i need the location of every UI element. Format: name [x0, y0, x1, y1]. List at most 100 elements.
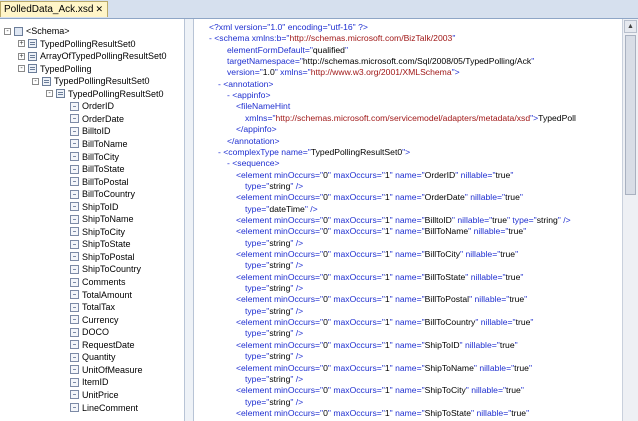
- xml-token: ": [526, 407, 530, 418]
- close-icon[interactable]: ✕: [95, 4, 103, 15]
- tree-node-label: BillToName: [82, 138, 128, 149]
- tree-node-label: Comments: [82, 277, 126, 287]
- xml-token: ": [344, 44, 348, 55]
- field-icon: [70, 177, 79, 187]
- tree-node[interactable]: - TypedPollingResultSet0: [46, 88, 164, 100]
- xml-token: true: [499, 339, 515, 350]
- xml-token: " name=": [389, 226, 425, 237]
- record-icon: [42, 76, 51, 86]
- collapse-icon[interactable]: -: [18, 65, 25, 73]
- xml-token: http://www.w3.org/2001/XMLSchema: [310, 67, 452, 78]
- tree-node[interactable]: OrderDate: [60, 113, 124, 125]
- tree-node[interactable]: ShipToName: [60, 213, 134, 225]
- tree-node[interactable]: + ArrayOfTypedPollingResultSet0: [18, 50, 167, 62]
- xml-token: " nillable=": [468, 226, 509, 237]
- vertical-scrollbar[interactable]: ▲: [622, 19, 638, 421]
- xml-token: type=": [245, 237, 270, 248]
- xml-token: ShipToCity: [424, 385, 466, 396]
- xml-token: " nillable=": [465, 385, 507, 396]
- tree-node[interactable]: RequestDate: [60, 339, 135, 351]
- schema-tree[interactable]: - <Schema> + TypedPollingResultSet0 + ArrayOf…: [0, 19, 184, 421]
- field-icon: [70, 403, 79, 412]
- tree-node[interactable]: UnitPrice: [60, 389, 119, 401]
- field-icon: [70, 290, 79, 300]
- tree-node[interactable]: TotalTax: [60, 301, 115, 313]
- scrollbar-thumb[interactable]: [625, 35, 636, 195]
- tree-node[interactable]: ShipToID: [60, 201, 119, 213]
- xml-line: <element minOccurs="0" maxOccurs="1" nam…: [236, 363, 532, 374]
- expand-icon[interactable]: +: [18, 52, 25, 60]
- tab-polleddata-ack[interactable]: PolledData_Ack.xsd ✕: [0, 1, 108, 17]
- tree-node[interactable]: ItemID: [60, 376, 109, 388]
- tree-node[interactable]: BillToState: [60, 163, 125, 175]
- tree-node[interactable]: UnitOfMeasure: [60, 364, 143, 376]
- tree-node[interactable]: ShipToCountry: [60, 263, 141, 275]
- tree-node-label: RequestDate: [82, 339, 135, 350]
- xml-view[interactable]: <?xml version="1.0" encoding="utf-16" ?>…: [195, 19, 622, 421]
- xml-token: " name=": [389, 271, 425, 282]
- tree-node[interactable]: ShipToState: [60, 238, 131, 250]
- tree-node[interactable]: TotalAmount: [60, 289, 132, 301]
- tree-node[interactable]: Quantity: [60, 351, 116, 363]
- xml-line: type="dateTime" />: [245, 204, 318, 215]
- xml-token: " maxOccurs=": [327, 249, 385, 259]
- xml-line: type="string" />: [245, 181, 303, 192]
- xml-token: - <appinfo>: [227, 90, 271, 101]
- xml-token: string: [269, 328, 291, 339]
- tree-node[interactable]: BillToPostal: [60, 176, 129, 188]
- xml-token: type=": [245, 396, 270, 407]
- xml-token: - <complexType name=": [218, 146, 311, 157]
- tree-node[interactable]: Currency: [60, 314, 119, 326]
- xml-token: " maxOccurs=": [327, 271, 385, 282]
- tree-node[interactable]: BillToCountry: [60, 188, 135, 200]
- tree-node[interactable]: Comments: [60, 276, 126, 288]
- tree-node[interactable]: BilltoID: [60, 125, 111, 137]
- tree-node[interactable]: DOCO: [60, 326, 109, 338]
- xml-line: <fileNameHint: [236, 101, 290, 112]
- collapse-icon[interactable]: -: [32, 77, 39, 85]
- tree-node[interactable]: ShipToCity: [60, 226, 125, 238]
- xml-token: true: [495, 169, 511, 180]
- tree-node-label: BillToState: [82, 164, 125, 175]
- tree-node[interactable]: BillToName: [60, 138, 128, 150]
- tree-node[interactable]: LineComment: [60, 402, 138, 414]
- tree-node[interactable]: ShipToPostal: [60, 251, 135, 263]
- xml-token: true: [514, 362, 529, 373]
- tree-node[interactable]: OrderID: [60, 100, 114, 112]
- xml-token: true: [506, 385, 521, 396]
- xml-token: <element minOccurs=": [236, 226, 324, 237]
- tree-node[interactable]: BillToCity: [60, 151, 119, 163]
- xml-token: BilltoID: [424, 214, 452, 225]
- expand-icon[interactable]: +: [18, 40, 25, 48]
- tree-node-label: OrderID: [82, 101, 115, 112]
- collapse-icon[interactable]: -: [4, 27, 11, 35]
- up-arrow-icon[interactable]: ▲: [624, 20, 637, 33]
- field-icon: [70, 252, 79, 262]
- field-icon: [70, 126, 79, 136]
- xml-token: <?xml version="1.0" encoding="utf-16" ?>: [209, 22, 368, 32]
- xml-token: <element minOccurs=": [236, 407, 324, 418]
- tree-node[interactable]: - TypedPollingResultSet0: [32, 75, 150, 87]
- xml-token: <element minOccurs=": [236, 249, 324, 259]
- xml-token: ": [515, 249, 519, 259]
- tree-node[interactable]: - <Schema>: [4, 25, 70, 37]
- xml-token: BillToPostal: [424, 294, 470, 305]
- tree-node-label: TypedPollingResultSet0: [40, 38, 136, 49]
- xml-token: " nillable=": [475, 317, 516, 328]
- xml-line: </annotation>: [227, 136, 280, 147]
- xml-token: targetNamespace=": [227, 56, 303, 67]
- tree-node[interactable]: - TypedPolling: [18, 63, 92, 75]
- xml-line: <element minOccurs="0" maxOccurs="1" nam…: [236, 385, 524, 396]
- tree-node-label: TypedPollingResultSet0: [54, 76, 150, 87]
- tree-node[interactable]: + TypedPollingResultSet0: [18, 38, 136, 50]
- xml-token: " nillable=": [471, 407, 512, 418]
- tree-node-label: OrderDate: [82, 113, 125, 124]
- splitter[interactable]: [184, 19, 194, 421]
- xml-token: " />: [290, 180, 304, 191]
- field-icon: [70, 239, 79, 249]
- collapse-icon[interactable]: -: [46, 90, 53, 98]
- xml-token: </annotation>: [227, 135, 280, 146]
- xml-token: " maxOccurs=": [327, 407, 385, 418]
- tree-node-label: UnitOfMeasure: [82, 364, 143, 375]
- xml-token: <element minOccurs=": [236, 385, 324, 396]
